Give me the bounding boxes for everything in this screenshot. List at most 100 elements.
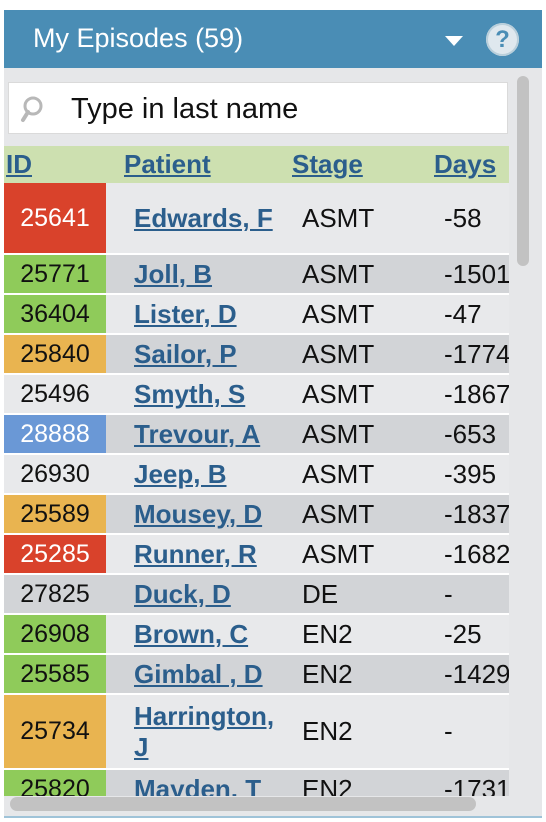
patient-cell: Runner, R <box>134 535 294 573</box>
stage-cell: EN2 <box>302 716 353 746</box>
stage-cell: ASMT <box>302 298 375 329</box>
sort-days-link[interactable]: Days <box>434 148 496 180</box>
days-cell: -1501 <box>444 258 509 289</box>
patient-link[interactable]: Lister, D <box>134 299 237 330</box>
episode-id-cell: 26930 <box>20 459 90 488</box>
stage-cell: DE <box>302 578 339 609</box>
episode-id-cell: 25641 <box>4 183 106 253</box>
table-row[interactable]: 25641 Edwards, F ASMT -58 <box>4 183 509 255</box>
patient-cell: Brown, C <box>134 615 294 653</box>
table-row[interactable]: 25840 Sailor, P ASMT -1774 <box>4 335 509 375</box>
episode-id-cell: 25820 <box>4 770 106 796</box>
stage-cell: EN2 <box>302 618 353 649</box>
table-row[interactable]: 36404 Lister, D ASMT -47 <box>4 295 509 335</box>
stage-cell: ASMT <box>302 538 375 569</box>
sort-stage-link[interactable]: Stage <box>292 148 363 180</box>
episode-id-cell: 25285 <box>4 535 106 573</box>
table-row[interactable]: 26930 Jeep, B ASMT -395 <box>4 455 509 495</box>
stage-cell: ASMT <box>302 378 375 409</box>
table-row[interactable]: 25734 Harrington, J EN2 - <box>4 695 509 770</box>
patient-link[interactable]: Duck, D <box>134 579 231 610</box>
days-cell: -395 <box>444 458 497 489</box>
sort-id-link[interactable]: ID <box>6 148 32 180</box>
days-cell: -58 <box>444 202 482 233</box>
stage-cell: ASMT <box>302 498 375 529</box>
table-row[interactable]: 25771 Joll, B ASMT -1501 <box>4 255 509 295</box>
search-input[interactable] <box>69 89 503 129</box>
help-icon[interactable]: ? <box>486 23 519 56</box>
episode-id-cell: 25585 <box>4 655 106 693</box>
divider <box>4 816 542 818</box>
patient-link[interactable]: Sailor, P <box>134 339 237 370</box>
days-cell: -1867 <box>444 378 509 409</box>
patient-cell: Smyth, S <box>134 375 294 413</box>
patient-cell: Joll, B <box>134 255 294 293</box>
patient-cell: Mousey, D <box>134 495 294 533</box>
days-cell: -653 <box>444 418 497 449</box>
episode-id-cell: 26908 <box>4 615 106 653</box>
episode-id-cell: 27825 <box>20 579 90 608</box>
days-cell: -1429 <box>444 658 509 689</box>
table-row[interactable]: 25496 Smyth, S ASMT -1867 <box>4 375 509 415</box>
patient-link[interactable]: Harrington, J <box>134 701 294 763</box>
stage-cell: ASMT <box>302 418 375 449</box>
days-cell: - <box>444 578 453 609</box>
stage-cell: ASMT <box>302 338 375 369</box>
patient-link[interactable]: Edwards, F <box>134 203 273 234</box>
patient-cell: Sailor, P <box>134 335 294 373</box>
stage-cell: EN2 <box>302 773 353 797</box>
patient-cell: Duck, D <box>134 575 294 613</box>
patient-link[interactable]: Smyth, S <box>134 379 245 410</box>
episode-id-cell: 25734 <box>4 695 106 768</box>
episode-id-cell: 25496 <box>20 379 90 408</box>
episodes-table: ID Patient Stage Days 25641 Edwards, F ASM… <box>4 146 509 796</box>
episode-id-cell: 36404 <box>4 295 106 333</box>
patient-cell: Trevour, A <box>134 415 294 453</box>
episode-id-cell: 25840 <box>4 335 106 373</box>
episode-id-cell: 25589 <box>4 495 106 533</box>
patient-cell: Jeep, B <box>134 455 294 493</box>
patient-link[interactable]: Brown, C <box>134 619 248 650</box>
patient-link[interactable]: Trevour, A <box>134 419 260 450</box>
table-row[interactable]: 26908 Brown, C EN2 -25 <box>4 615 509 655</box>
stage-cell: EN2 <box>302 658 353 689</box>
sort-patient-link[interactable]: Patient <box>124 148 211 180</box>
patient-link[interactable]: Mousey, D <box>134 499 262 530</box>
my-episodes-panel: My Episodes (59) ? ID Patient Stage Days… <box>4 10 542 816</box>
table-header: ID Patient Stage Days <box>4 146 509 183</box>
days-cell: -1774 <box>444 338 509 369</box>
patient-cell: Gimbal , D <box>134 655 294 693</box>
patient-link[interactable]: Joll, B <box>134 259 212 290</box>
panel-title: My Episodes (59) <box>33 23 244 53</box>
panel-header: My Episodes (59) ? <box>4 10 542 68</box>
patient-link[interactable]: Gimbal , D <box>134 659 263 690</box>
patient-cell: Harrington, J <box>134 695 294 768</box>
chevron-down-icon[interactable] <box>445 36 463 46</box>
horizontal-scrollbar[interactable] <box>10 797 476 811</box>
table-row[interactable]: 25285 Runner, R ASMT -1682 <box>4 535 509 575</box>
search-box <box>8 82 508 134</box>
episode-id-cell: 25771 <box>4 255 106 293</box>
patient-cell: Lister, D <box>134 295 294 333</box>
stage-cell: ASMT <box>302 202 375 233</box>
days-cell: -1837 <box>444 498 509 529</box>
patient-cell: Edwards, F <box>134 183 294 253</box>
days-cell: -25 <box>444 618 482 649</box>
patient-link[interactable]: Runner, R <box>134 539 257 570</box>
days-cell: -47 <box>444 298 482 329</box>
days-cell: - <box>444 716 453 746</box>
patient-link[interactable]: Jeep, B <box>134 459 227 490</box>
table-row[interactable]: 25585 Gimbal , D EN2 -1429 <box>4 655 509 695</box>
days-cell: -1731 <box>444 773 509 797</box>
stage-cell: ASMT <box>302 258 375 289</box>
table-row[interactable]: 27825 Duck, D DE - <box>4 575 509 615</box>
vertical-scrollbar[interactable] <box>517 76 529 266</box>
days-cell: -1682 <box>444 538 509 569</box>
patient-cell: Mayden, T <box>134 770 294 797</box>
episode-id-cell: 28888 <box>4 415 106 453</box>
table-row[interactable]: 25820 Mayden, T EN2 -1731 <box>4 770 509 796</box>
table-row[interactable]: 25589 Mousey, D ASMT -1837 <box>4 495 509 535</box>
stage-cell: ASMT <box>302 458 375 489</box>
patient-link[interactable]: Mayden, T <box>134 774 261 797</box>
table-row[interactable]: 28888 Trevour, A ASMT -653 <box>4 415 509 455</box>
